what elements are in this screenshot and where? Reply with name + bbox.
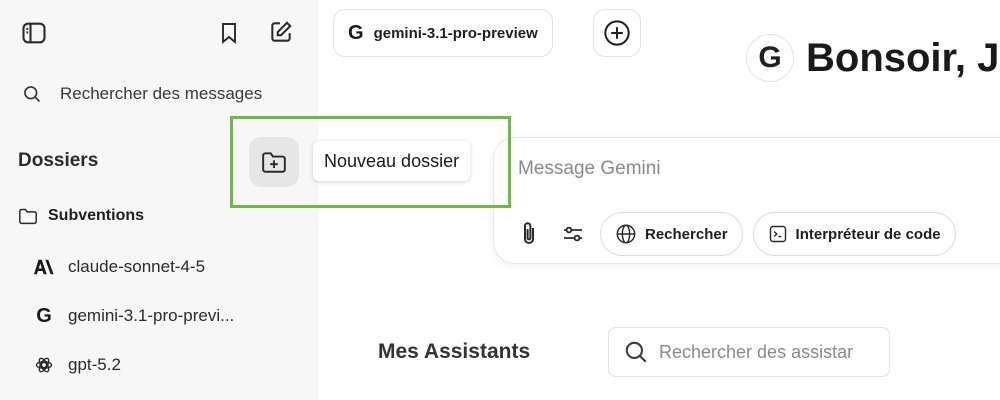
folder-icon [19,208,37,225]
chat-item-label: gpt-5.2 [68,355,121,374]
google-logo-icon: G [746,34,794,82]
model-name: gemini-3.1-pro-preview [373,24,538,42]
terminal-icon [769,225,786,243]
message-search-label: Rechercher des messages [60,84,263,103]
folder-item[interactable]: Subventions [18,207,144,225]
chat-item-label: claude-sonnet-4-5 [68,257,206,276]
sidebar-toggle-icon[interactable] [16,15,52,51]
chat-item[interactable]: claude-sonnet-4-5 [34,257,294,277]
search-icon [24,86,41,103]
new-folder-button[interactable] [249,137,299,187]
assistants-title: Mes Assistants [378,340,531,363]
search-icon [625,341,647,363]
greeting: G Bonsoir, J [746,34,999,82]
anthropic-icon [34,257,54,277]
assistant-search-placeholder: Rechercher des assistar [659,341,854,362]
code-interpreter-button[interactable]: Interpréteur de code [752,212,956,256]
model-selector[interactable]: G gemini-3.1-pro-preview [333,9,553,57]
chat-item[interactable]: G gemini-3.1-pro-previ... [34,306,294,326]
folder-label: Subventions [48,207,145,224]
message-search[interactable]: Rechercher des messages [22,84,262,104]
folders-heading: Dossiers [18,150,99,171]
attach-icon[interactable] [512,214,546,254]
new-folder-tooltip: Nouveau dossier [313,141,471,181]
chat-item-label: gemini-3.1-pro-previ... [68,306,235,325]
google-icon: G [348,21,364,44]
settings-sliders-icon[interactable] [556,214,590,254]
assistant-search-input[interactable]: Rechercher des assistar [608,327,890,377]
openai-icon [34,355,54,375]
greeting-text: Bonsoir, J [806,35,1000,80]
web-search-label: Rechercher [645,225,728,243]
message-composer: Message Gemini Rechercher Interpréteur d… [493,137,1000,264]
plus-circle-icon [604,20,630,46]
bookmark-icon[interactable] [211,15,247,51]
chat-item[interactable]: gpt-5.2 [34,355,294,375]
google-icon: G [36,306,52,326]
web-search-button[interactable]: Rechercher [600,212,743,256]
new-chat-icon[interactable] [263,14,299,50]
folder-plus-icon [262,152,286,173]
globe-icon [616,224,636,244]
code-interpreter-label: Interpréteur de code [795,225,941,243]
add-model-button[interactable] [593,9,641,57]
message-input[interactable]: Message Gemini [518,158,661,180]
composer-toolbar: Rechercher Interpréteur de code [512,212,956,256]
